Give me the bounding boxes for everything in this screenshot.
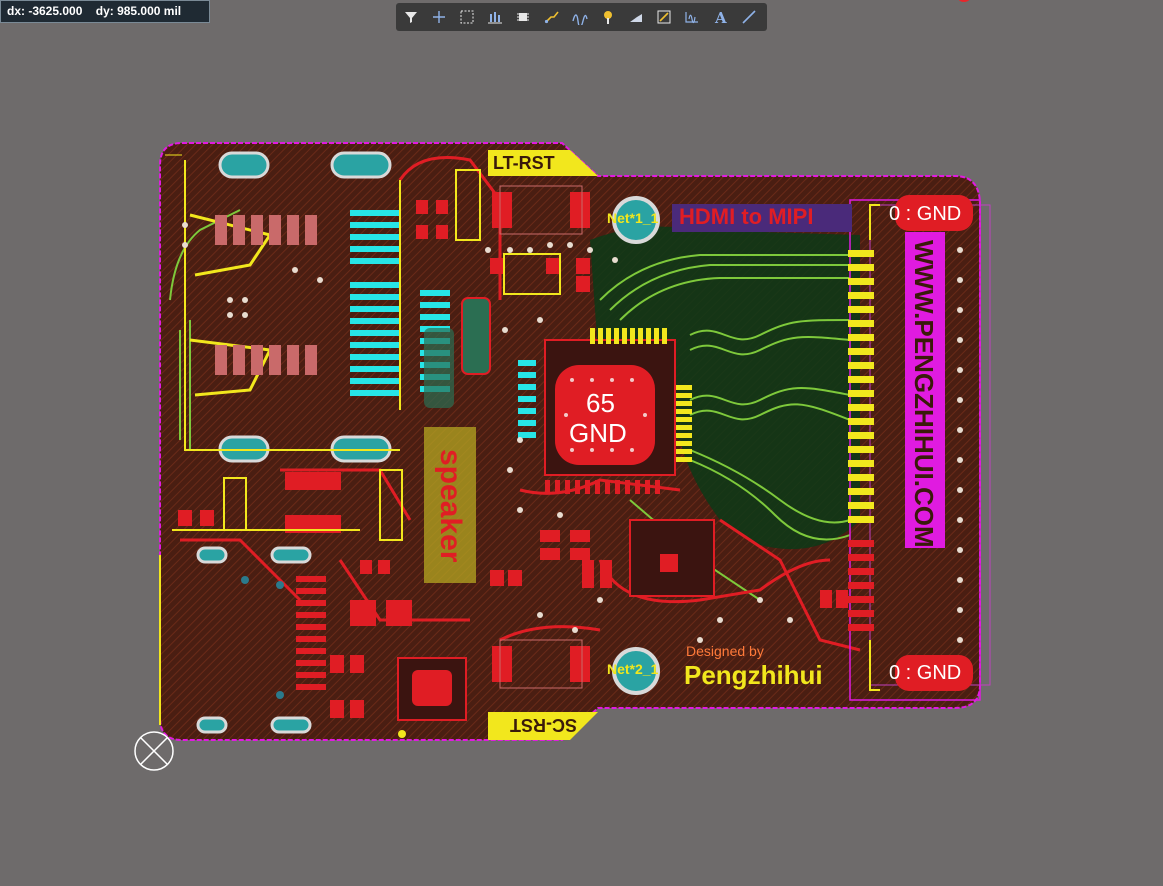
website-label: WWW.PENGZHIHUI.COM: [909, 240, 939, 548]
board-title: HDMI to MIPI: [679, 204, 814, 229]
origin-marker[interactable]: [134, 731, 174, 771]
chip-net: GND: [569, 418, 627, 448]
net1-label: Net*1_1: [607, 210, 659, 226]
lt-rst-label: LT-RST: [493, 153, 555, 173]
chip-pin-count: 65: [586, 388, 615, 418]
sc-rst-label: SC-RST: [510, 715, 577, 735]
speaker-label: speaker: [434, 449, 467, 563]
small-ic-right[interactable]: [629, 519, 715, 597]
gnd-label-top: 0 : GND: [889, 203, 962, 225]
small-ic-bottom[interactable]: [397, 657, 467, 721]
designer-name: Pengzhihui: [684, 660, 823, 690]
net2-label: Net*2_1: [607, 661, 659, 677]
main-ic[interactable]: [544, 328, 692, 494]
gnd-label-bottom: 0 : GND: [889, 662, 962, 684]
designed-by-label: Designed by: [686, 643, 764, 659]
